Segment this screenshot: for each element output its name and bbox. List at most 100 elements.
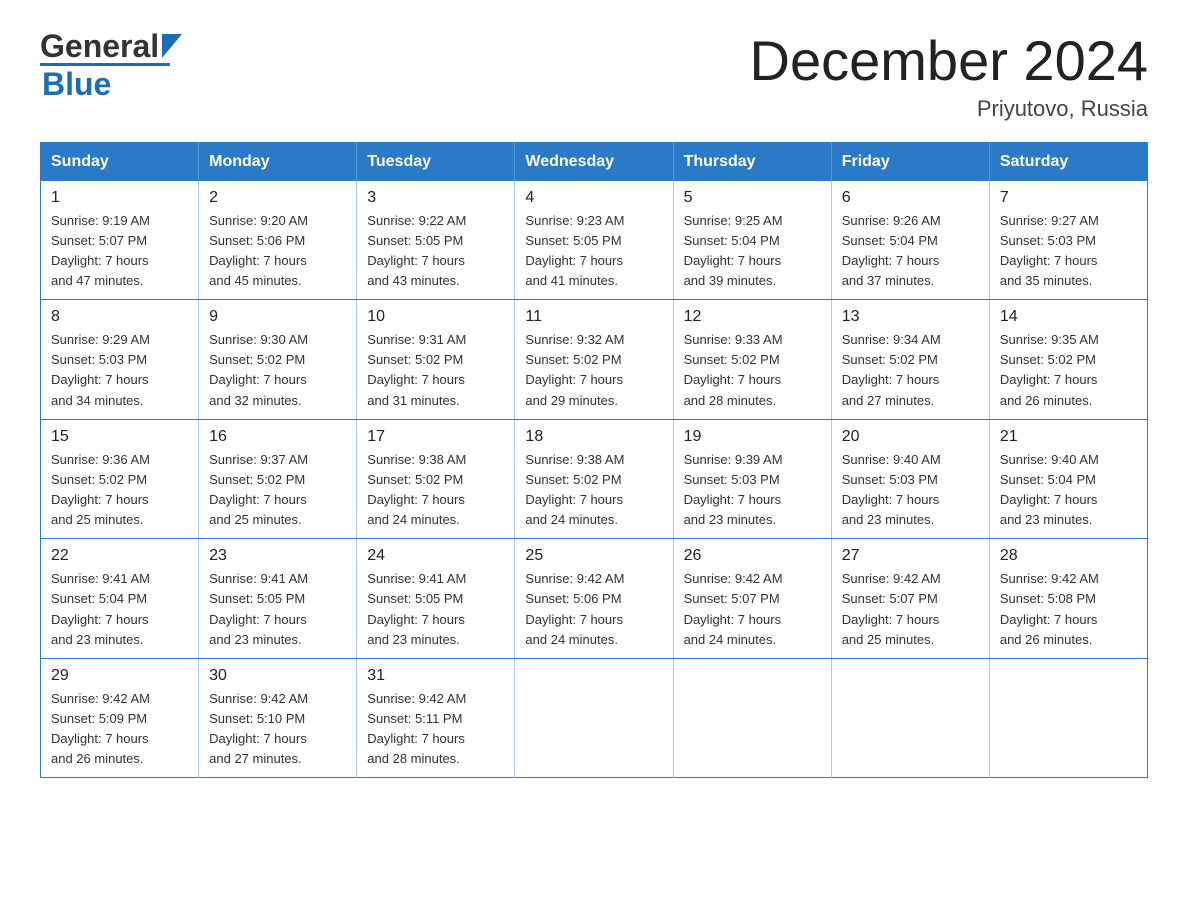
calendar-cell-w1-d7: 7Sunrise: 9:27 AM Sunset: 5:03 PM Daylig… [989, 181, 1147, 300]
calendar-cell-w1-d2: 2 Sunrise: 9:20 AM Sunset: 5:06 PM Daylig… [199, 181, 357, 300]
day-number: 20 [842, 428, 979, 446]
day-info: Sunrise: 9:19 AM Sunset: 5:07 PM Dayligh… [51, 211, 188, 292]
day-info: Sunrise: 9:42 AM Sunset: 5:08 PM Dayligh… [1000, 569, 1137, 650]
header-wednesday: Wednesday [515, 142, 673, 181]
day-number: 22 [51, 547, 188, 565]
day-number: 21 [1000, 428, 1137, 446]
calendar-cell-w4-d3: 24 Sunrise: 9:41 AM Sunset: 5:05 PM Dayli… [357, 539, 515, 659]
day-number: 31 [367, 667, 504, 685]
calendar-cell-w1-d5: 5 Sunrise: 9:25 AM Sunset: 5:04 PM Daylig… [673, 181, 831, 300]
day-info: Sunrise: 9:41 AM Sunset: 5:04 PM Dayligh… [51, 569, 188, 650]
calendar-cell-w2-d1: 8 Sunrise: 9:29 AM Sunset: 5:03 PM Daylig… [41, 300, 199, 420]
day-info: Sunrise: 9:38 AM Sunset: 5:02 PM Dayligh… [525, 450, 662, 531]
calendar-cell-w3-d2: 16 Sunrise: 9:37 AM Sunset: 5:02 PM Dayli… [199, 419, 357, 539]
calendar-cell-w5-d2: 30 Sunrise: 9:42 AM Sunset: 5:10 PM Dayli… [199, 658, 357, 778]
header-sunday: Sunday [41, 142, 199, 181]
day-info: Sunrise: 9:42 AM Sunset: 5:10 PM Dayligh… [209, 689, 346, 770]
logo-general-text: General [40, 30, 159, 62]
day-number: 11 [525, 308, 662, 326]
day-info: Sunrise: 9:37 AM Sunset: 5:02 PM Dayligh… [209, 450, 346, 531]
day-number: 30 [209, 667, 346, 685]
day-number: 25 [525, 547, 662, 565]
calendar-cell-w4-d5: 26 Sunrise: 9:42 AM Sunset: 5:07 PM Dayli… [673, 539, 831, 659]
day-info: Sunrise: 9:32 AM Sunset: 5:02 PM Dayligh… [525, 330, 662, 411]
day-number: 27 [842, 547, 979, 565]
calendar-cell-w4-d2: 23Sunrise: 9:41 AM Sunset: 5:05 PM Dayli… [199, 539, 357, 659]
day-info: Sunrise: 9:23 AM Sunset: 5:05 PM Dayligh… [525, 211, 662, 292]
day-info: Sunrise: 9:36 AM Sunset: 5:02 PM Dayligh… [51, 450, 188, 531]
day-info: Sunrise: 9:20 AM Sunset: 5:06 PM Dayligh… [209, 211, 346, 292]
calendar-cell-w4-d4: 25 Sunrise: 9:42 AM Sunset: 5:06 PM Dayli… [515, 539, 673, 659]
calendar-cell-w2-d7: 14Sunrise: 9:35 AM Sunset: 5:02 PM Dayli… [989, 300, 1147, 420]
day-number: 19 [684, 428, 821, 446]
header-saturday: Saturday [989, 142, 1147, 181]
day-number: 10 [367, 308, 504, 326]
day-number: 16 [209, 428, 346, 446]
calendar-cell-w2-d5: 12Sunrise: 9:33 AM Sunset: 5:02 PM Dayli… [673, 300, 831, 420]
calendar-cell-w3-d7: 21 Sunrise: 9:40 AM Sunset: 5:04 PM Dayli… [989, 419, 1147, 539]
day-info: Sunrise: 9:38 AM Sunset: 5:02 PM Dayligh… [367, 450, 504, 531]
calendar-cell-w4-d7: 28Sunrise: 9:42 AM Sunset: 5:08 PM Dayli… [989, 539, 1147, 659]
calendar-cell-w5-d4 [515, 658, 673, 778]
month-title: December 2024 [750, 30, 1148, 92]
day-number: 4 [525, 189, 662, 207]
day-number: 8 [51, 308, 188, 326]
logo: General Blue [40, 30, 182, 103]
calendar-week-1: 1 Sunrise: 9:19 AM Sunset: 5:07 PM Daylig… [41, 181, 1148, 300]
day-info: Sunrise: 9:25 AM Sunset: 5:04 PM Dayligh… [684, 211, 821, 292]
day-info: Sunrise: 9:42 AM Sunset: 5:09 PM Dayligh… [51, 689, 188, 770]
day-number: 3 [367, 189, 504, 207]
day-number: 26 [684, 547, 821, 565]
calendar-week-4: 22 Sunrise: 9:41 AM Sunset: 5:04 PM Dayli… [41, 539, 1148, 659]
header-thursday: Thursday [673, 142, 831, 181]
header-tuesday: Tuesday [357, 142, 515, 181]
day-info: Sunrise: 9:30 AM Sunset: 5:02 PM Dayligh… [209, 330, 346, 411]
calendar-week-3: 15 Sunrise: 9:36 AM Sunset: 5:02 PM Dayli… [41, 419, 1148, 539]
calendar-cell-w5-d5 [673, 658, 831, 778]
header-monday: Monday [199, 142, 357, 181]
day-info: Sunrise: 9:42 AM Sunset: 5:07 PM Dayligh… [842, 569, 979, 650]
logo-blue-text: Blue [40, 66, 111, 103]
day-number: 29 [51, 667, 188, 685]
day-number: 24 [367, 547, 504, 565]
calendar-cell-w1-d1: 1 Sunrise: 9:19 AM Sunset: 5:07 PM Daylig… [41, 181, 199, 300]
calendar-cell-w4-d1: 22 Sunrise: 9:41 AM Sunset: 5:04 PM Dayli… [41, 539, 199, 659]
logo-triangle-icon [162, 34, 182, 58]
calendar-cell-w3-d1: 15 Sunrise: 9:36 AM Sunset: 5:02 PM Dayli… [41, 419, 199, 539]
day-number: 1 [51, 189, 188, 207]
day-info: Sunrise: 9:26 AM Sunset: 5:04 PM Dayligh… [842, 211, 979, 292]
day-info: Sunrise: 9:22 AM Sunset: 5:05 PM Dayligh… [367, 211, 504, 292]
day-info: Sunrise: 9:42 AM Sunset: 5:07 PM Dayligh… [684, 569, 821, 650]
calendar-header-row: SundayMondayTuesdayWednesdayThursdayFrid… [41, 142, 1148, 181]
calendar-cell-w2-d2: 9Sunrise: 9:30 AM Sunset: 5:02 PM Daylig… [199, 300, 357, 420]
calendar-cell-w3-d3: 17 Sunrise: 9:38 AM Sunset: 5:02 PM Dayli… [357, 419, 515, 539]
day-info: Sunrise: 9:40 AM Sunset: 5:04 PM Dayligh… [1000, 450, 1137, 531]
day-number: 6 [842, 189, 979, 207]
day-info: Sunrise: 9:34 AM Sunset: 5:02 PM Dayligh… [842, 330, 979, 411]
calendar-cell-w1-d3: 3 Sunrise: 9:22 AM Sunset: 5:05 PM Daylig… [357, 181, 515, 300]
day-number: 14 [1000, 308, 1137, 326]
day-info: Sunrise: 9:41 AM Sunset: 5:05 PM Dayligh… [367, 569, 504, 650]
calendar-cell-w5-d6 [831, 658, 989, 778]
day-number: 5 [684, 189, 821, 207]
day-info: Sunrise: 9:29 AM Sunset: 5:03 PM Dayligh… [51, 330, 188, 411]
calendar-cell-w5-d1: 29 Sunrise: 9:42 AM Sunset: 5:09 PM Dayli… [41, 658, 199, 778]
day-number: 17 [367, 428, 504, 446]
calendar-cell-w3-d4: 18Sunrise: 9:38 AM Sunset: 5:02 PM Dayli… [515, 419, 673, 539]
day-number: 15 [51, 428, 188, 446]
calendar-cell-w2-d6: 13 Sunrise: 9:34 AM Sunset: 5:02 PM Dayli… [831, 300, 989, 420]
day-info: Sunrise: 9:42 AM Sunset: 5:06 PM Dayligh… [525, 569, 662, 650]
calendar-cell-w2-d4: 11 Sunrise: 9:32 AM Sunset: 5:02 PM Dayli… [515, 300, 673, 420]
title-section: December 2024 Priyutovo, Russia [750, 30, 1148, 122]
day-number: 13 [842, 308, 979, 326]
calendar-week-2: 8 Sunrise: 9:29 AM Sunset: 5:03 PM Daylig… [41, 300, 1148, 420]
day-number: 2 [209, 189, 346, 207]
day-info: Sunrise: 9:27 AM Sunset: 5:03 PM Dayligh… [1000, 211, 1137, 292]
calendar-cell-w5-d3: 31Sunrise: 9:42 AM Sunset: 5:11 PM Dayli… [357, 658, 515, 778]
day-info: Sunrise: 9:40 AM Sunset: 5:03 PM Dayligh… [842, 450, 979, 531]
calendar-cell-w1-d6: 6 Sunrise: 9:26 AM Sunset: 5:04 PM Daylig… [831, 181, 989, 300]
calendar-cell-w3-d5: 19Sunrise: 9:39 AM Sunset: 5:03 PM Dayli… [673, 419, 831, 539]
day-number: 23 [209, 547, 346, 565]
page-header: General Blue December 2024 Priyutovo, Ru… [40, 30, 1148, 122]
calendar-table: SundayMondayTuesdayWednesdayThursdayFrid… [40, 142, 1148, 779]
